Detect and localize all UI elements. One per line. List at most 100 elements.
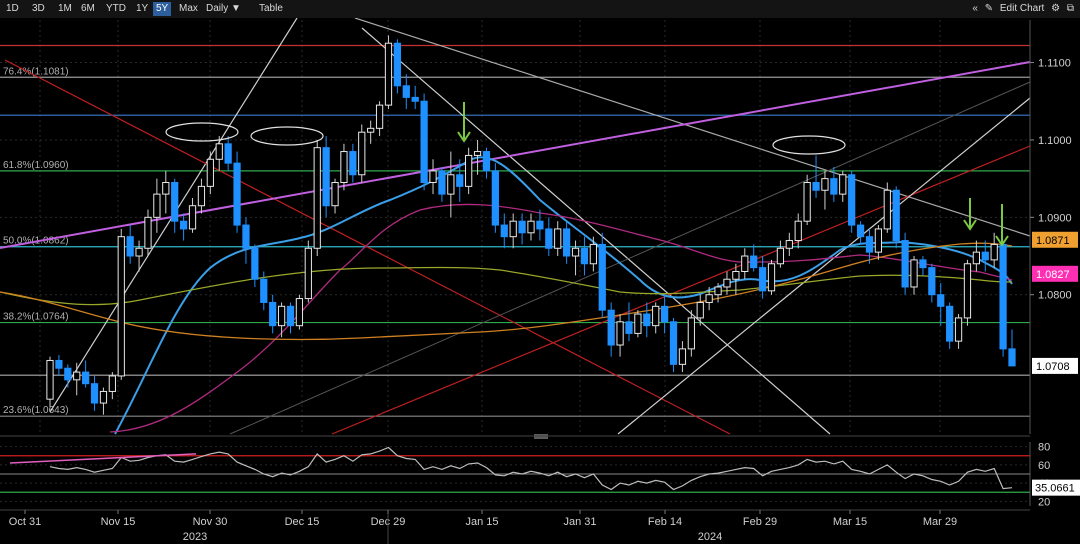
candle-body xyxy=(331,182,339,207)
candle-body xyxy=(580,247,589,265)
range-button-5y[interactable]: 5Y xyxy=(153,2,172,16)
candle-body xyxy=(848,174,856,226)
range-button-1m[interactable]: 1M xyxy=(55,2,75,16)
candle-body xyxy=(82,371,90,385)
candle-body xyxy=(500,224,508,238)
chart-area: 76.4%(1.1081)61.8%(1.0960)50.0%(1.0862)3… xyxy=(0,18,1080,544)
window-icon[interactable]: ⧉ xyxy=(1067,3,1074,14)
candle-body xyxy=(874,228,883,253)
caret-down-icon: ▼ xyxy=(231,3,241,14)
candle-body xyxy=(438,170,446,195)
candle-body xyxy=(251,247,259,280)
candle-body xyxy=(456,174,464,187)
candle-body xyxy=(696,301,704,319)
rsi-tick-label: 80 xyxy=(1038,442,1050,454)
price-tag-label: 1.0871 xyxy=(1036,235,1070,247)
candle-body xyxy=(865,236,874,253)
candle-body xyxy=(812,182,820,191)
candle-body xyxy=(242,224,250,249)
candle-body xyxy=(90,383,99,404)
candle-body xyxy=(883,189,891,230)
candle-body xyxy=(518,220,526,234)
candle-body xyxy=(928,267,936,296)
candle-body xyxy=(384,42,393,106)
candle-body xyxy=(856,224,865,238)
x-tick-label: Dec 15 xyxy=(285,516,320,528)
x-tick-label: Feb 14 xyxy=(648,516,682,528)
candle-body xyxy=(910,259,918,288)
range-button-1y[interactable]: 1Y xyxy=(133,2,151,16)
price-tick-label: 1.0800 xyxy=(1038,290,1072,302)
candle-body xyxy=(652,305,660,327)
candle-body xyxy=(277,305,286,327)
candle-body xyxy=(55,359,63,369)
candle-body xyxy=(589,243,597,265)
edit-chart-button[interactable]: Edit Chart xyxy=(1000,3,1044,14)
candle-body xyxy=(224,143,232,164)
frequency-dropdown[interactable]: Daily ▼ xyxy=(203,2,244,16)
pencil-icon[interactable]: ✎ xyxy=(985,3,993,14)
candle-body xyxy=(286,305,295,327)
candle-body xyxy=(402,85,410,98)
fib-level-label: 61.8%(1.0960) xyxy=(3,160,69,171)
candle-body xyxy=(607,309,615,346)
candle-body xyxy=(554,228,562,249)
range-button-3d[interactable]: 3D xyxy=(29,2,48,16)
candle-body xyxy=(714,286,722,296)
price-tick-label: 1.0900 xyxy=(1038,212,1072,224)
candle-body xyxy=(269,301,277,327)
candle-body xyxy=(669,321,678,365)
price-tick-label: 1.1100 xyxy=(1038,58,1071,70)
x-tick-label: Nov 15 xyxy=(101,516,136,528)
range-button-ytd[interactable]: YTD xyxy=(103,2,129,16)
candle-body xyxy=(758,267,767,292)
x-tick-label: Oct 31 xyxy=(9,516,41,528)
candle-body xyxy=(643,313,651,327)
candle-body xyxy=(117,236,125,377)
candle-body xyxy=(46,359,54,400)
candle-body xyxy=(171,182,179,222)
candle-body xyxy=(527,220,535,234)
candle-body xyxy=(625,321,633,334)
candle-body xyxy=(545,228,553,249)
candle-body xyxy=(420,100,428,184)
candle-body xyxy=(322,147,330,207)
candle-body xyxy=(963,263,972,319)
candle-body xyxy=(509,220,517,238)
candle-body xyxy=(482,151,491,172)
candle-body xyxy=(144,216,152,249)
candle-body xyxy=(750,255,758,269)
x-year-label: 2023 xyxy=(183,531,207,543)
candle-body xyxy=(73,371,81,381)
candle-body xyxy=(634,313,642,334)
candle-body xyxy=(999,243,1007,350)
candle-body xyxy=(64,367,72,381)
table-button[interactable]: Table xyxy=(256,2,286,16)
candle-body xyxy=(937,294,945,307)
candle-body xyxy=(126,236,134,257)
range-button-max[interactable]: Max xyxy=(176,2,201,16)
x-year-label: 2024 xyxy=(698,531,722,543)
candle-body xyxy=(375,104,384,129)
candle-body xyxy=(821,178,829,191)
candle-body xyxy=(162,182,170,195)
candle-body xyxy=(349,151,357,176)
candle-body xyxy=(705,294,713,303)
candle-body xyxy=(340,151,348,184)
toolbar-right-group: « ✎ Edit Chart ⚙ ⧉ xyxy=(968,2,1074,16)
candle-body xyxy=(491,170,499,226)
range-button-1d[interactable]: 1D xyxy=(3,2,22,16)
candle-body xyxy=(794,220,802,242)
double-chevron-left-icon[interactable]: « xyxy=(972,3,978,14)
gear-icon[interactable]: ⚙ xyxy=(1051,3,1060,14)
candle-body xyxy=(197,185,206,207)
candle-body xyxy=(233,162,241,226)
candle-body xyxy=(313,147,321,249)
candle-body xyxy=(367,127,375,133)
candle-body xyxy=(571,247,580,257)
candle-body xyxy=(660,305,669,323)
x-tick-label: Jan 15 xyxy=(465,516,498,528)
price-tag-label: 1.0708 xyxy=(1036,361,1070,373)
candle-body xyxy=(990,243,998,261)
range-button-6m[interactable]: 6M xyxy=(78,2,98,16)
